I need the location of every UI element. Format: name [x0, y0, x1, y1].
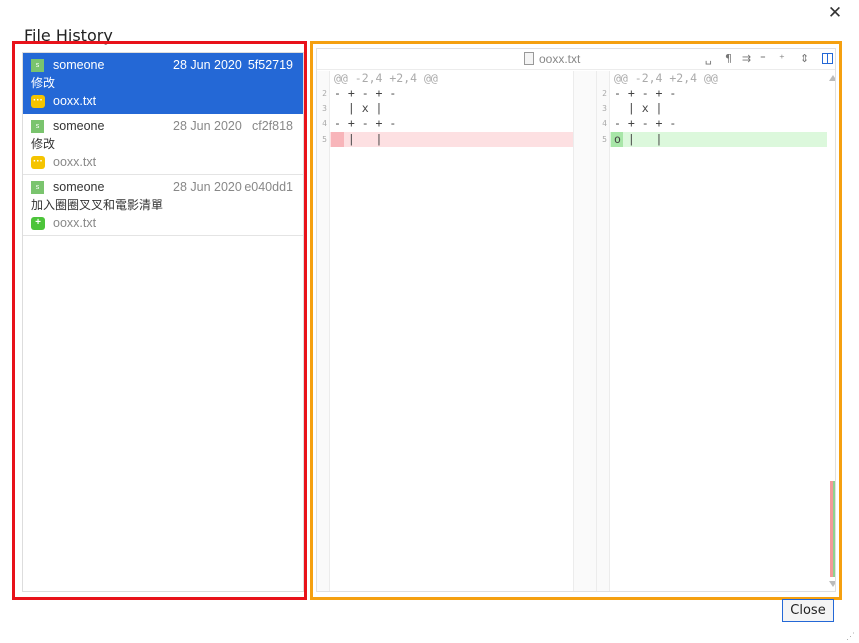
commit-author: someone — [53, 119, 105, 133]
resize-grip-icon[interactable]: ⋰ — [846, 630, 858, 642]
code-line: - + - + - — [614, 86, 677, 100]
avatar: s — [31, 120, 44, 133]
added-file-icon: + — [31, 217, 45, 230]
commit-author: someone — [53, 180, 105, 194]
diff-scrollbar[interactable] — [829, 71, 835, 589]
code-line: | | — [334, 132, 383, 146]
pane-divider — [574, 71, 597, 591]
line-number: 4 — [602, 119, 607, 128]
show-whitespace-icon[interactable]: ␣ — [705, 52, 712, 65]
commit-message: 加入圈圈叉叉和電影清單 — [31, 198, 164, 212]
commit-list: s someone 28 Jun 2020 5f52719 修改 ··· oox… — [22, 52, 304, 592]
line-number-gutter — [597, 71, 610, 591]
commit-date: 28 Jun 2020 — [173, 58, 242, 72]
word-wrap-icon[interactable]: ⇉ — [742, 52, 751, 65]
commit-item[interactable]: s someone 28 Jun 2020 5f52719 修改 ··· oox… — [23, 53, 303, 114]
line-number: 5 — [602, 135, 607, 144]
line-number-gutter — [317, 71, 330, 591]
commit-list-highlight: s someone 28 Jun 2020 5f52719 修改 ··· oox… — [12, 41, 307, 600]
code-line: | x | — [614, 101, 663, 115]
diff-pane-old: @@ -2,4 +2,4 @@ 2 - + - + - 3 | x | 4 - + … — [317, 71, 574, 591]
hunk-header: @@ -2,4 +2,4 @@ — [614, 71, 718, 85]
diff-minimap — [830, 481, 835, 577]
code-line: - + - + - — [334, 86, 397, 100]
diff-pane-new: @@ -2,4 +2,4 @@ 2 - + - + - 3 | x | 4 - + … — [597, 71, 827, 591]
show-eol-icon[interactable]: ¶ — [725, 52, 732, 65]
file-icon — [524, 52, 534, 65]
diff-viewer: ooxx.txt ␣ ¶ ⇉ ⁼ ⁺ ⇕ @@ -2,4 +2,4 @@ 2 - … — [316, 48, 836, 592]
scroll-down-icon[interactable] — [829, 581, 835, 587]
commit-file-name: ooxx.txt — [53, 94, 97, 108]
code-line: - + - + - — [334, 116, 397, 130]
commit-hash: cf2f818 — [251, 119, 293, 133]
line-number: 3 — [322, 104, 327, 113]
line-number: 2 — [602, 89, 607, 98]
commit-item[interactable]: s someone 28 Jun 2020 e040dd1 加入圈圈叉叉和電影清… — [23, 175, 303, 236]
line-number: 4 — [322, 119, 327, 128]
close-icon[interactable]: ✕ — [826, 4, 844, 22]
split-view-icon[interactable] — [822, 53, 833, 64]
commit-message: 修改 — [31, 76, 56, 90]
code-line: - + - + - — [614, 116, 677, 130]
diff-file-name: ooxx.txt — [539, 52, 581, 66]
hunk-header: @@ -2,4 +2,4 @@ — [334, 71, 438, 85]
expand-icon[interactable]: ⁺ — [779, 52, 785, 65]
line-number: 3 — [602, 104, 607, 113]
avatar: s — [31, 181, 44, 194]
scroll-up-icon[interactable] — [829, 75, 835, 81]
commit-hash: e040dd1 — [244, 180, 293, 194]
avatar: s — [31, 59, 44, 72]
commit-message: 修改 — [31, 137, 56, 151]
code-line: | x | — [334, 101, 383, 115]
context-lines-icon[interactable]: ⇕ — [800, 52, 809, 65]
line-number: 2 — [322, 89, 327, 98]
diff-viewer-highlight: ooxx.txt ␣ ¶ ⇉ ⁼ ⁺ ⇕ @@ -2,4 +2,4 @@ 2 - … — [310, 41, 842, 600]
modified-file-icon: ··· — [31, 156, 45, 169]
commit-item[interactable]: s someone 28 Jun 2020 cf2f818 修改 ··· oox… — [23, 114, 303, 175]
code-line: o | | — [614, 132, 663, 146]
commit-date: 28 Jun 2020 — [173, 180, 242, 194]
close-button[interactable]: Close — [782, 599, 834, 622]
modified-file-icon: ··· — [31, 95, 45, 108]
collapse-icon[interactable]: ⁼ — [760, 52, 766, 65]
commit-hash: 5f52719 — [247, 58, 293, 72]
file-history-dialog: File History ✕ s someone 28 Jun 2020 5f5… — [0, 0, 859, 643]
line-number: 5 — [322, 135, 327, 144]
commit-file-name: ooxx.txt — [53, 216, 97, 230]
commit-author: someone — [53, 58, 105, 72]
diff-toolbar: ooxx.txt ␣ ¶ ⇉ ⁼ ⁺ ⇕ — [317, 49, 835, 70]
commit-date: 28 Jun 2020 — [173, 119, 242, 133]
commit-file-name: ooxx.txt — [53, 155, 97, 169]
